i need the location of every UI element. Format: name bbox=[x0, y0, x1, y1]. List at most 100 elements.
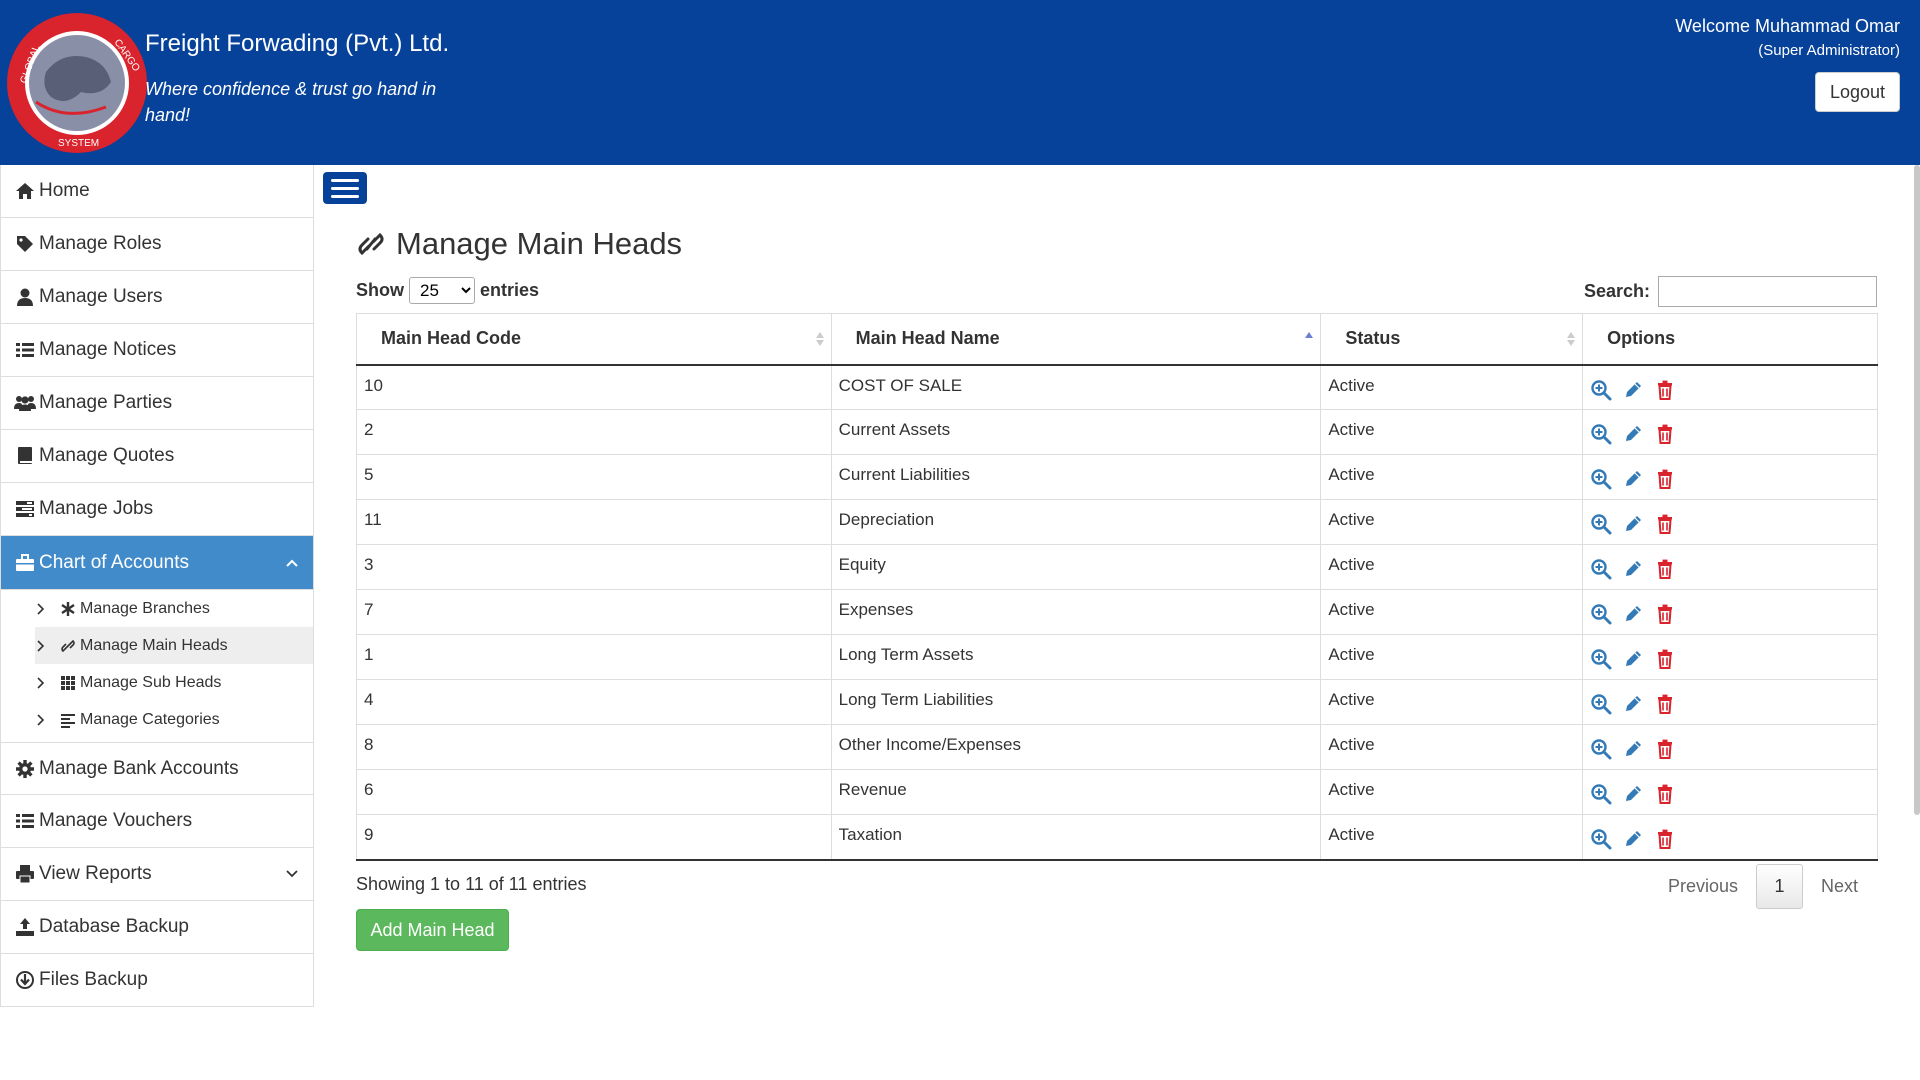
pencil-icon[interactable] bbox=[1622, 603, 1644, 625]
tasks-icon bbox=[14, 498, 36, 520]
cell-status: Active bbox=[1320, 499, 1584, 545]
table-row: 10 COST OF SALE Active bbox=[356, 364, 1878, 410]
submenu-item-sub-heads[interactable]: Manage Sub Heads bbox=[1, 664, 313, 701]
column-header-status[interactable]: Status bbox=[1320, 313, 1584, 366]
column-header-code[interactable]: Main Head Code bbox=[356, 313, 832, 366]
zoom-in-icon[interactable] bbox=[1590, 468, 1612, 490]
logout-button[interactable]: Logout bbox=[1815, 72, 1900, 112]
company-logo: GLOBAL CARGO SYSTEM bbox=[7, 13, 147, 153]
zoom-in-icon[interactable] bbox=[1590, 513, 1612, 535]
chevron-right-icon bbox=[37, 713, 45, 726]
cell-name: Long Term Liabilities bbox=[830, 679, 1322, 725]
pencil-icon[interactable] bbox=[1622, 828, 1644, 850]
row-actions bbox=[1590, 555, 1877, 580]
pencil-icon[interactable] bbox=[1622, 693, 1644, 715]
trash-icon[interactable] bbox=[1654, 783, 1676, 805]
page-scrollbar[interactable] bbox=[1914, 165, 1920, 815]
sidebar-item-label: Manage Bank Accounts bbox=[39, 757, 239, 779]
cell-code: 6 bbox=[356, 769, 832, 815]
sidebar-item-label: Manage Jobs bbox=[39, 498, 154, 519]
submenu-item-categories[interactable]: Manage Categories bbox=[1, 701, 313, 738]
user-icon bbox=[14, 286, 36, 308]
cell-code: 5 bbox=[356, 454, 832, 500]
table-row: 9 Taxation Active bbox=[356, 814, 1878, 861]
trash-icon[interactable] bbox=[1654, 828, 1676, 850]
cell-options bbox=[1582, 544, 1878, 590]
cell-status: Active bbox=[1320, 544, 1584, 590]
page-number-button[interactable]: 1 bbox=[1756, 864, 1804, 909]
asterisk-icon bbox=[59, 600, 77, 618]
show-label: Show bbox=[356, 280, 404, 300]
trash-icon[interactable] bbox=[1654, 603, 1676, 625]
sidebar-item-home[interactable]: Home bbox=[0, 165, 313, 218]
cell-status: Active bbox=[1320, 634, 1584, 680]
sidebar-item-database-backup[interactable]: Database Backup bbox=[0, 901, 313, 954]
pencil-icon[interactable] bbox=[1622, 738, 1644, 760]
chevron-right-icon bbox=[37, 602, 45, 615]
sidebar-item-roles[interactable]: Manage Roles bbox=[0, 218, 313, 271]
submenu-item-main-heads[interactable]: Manage Main Heads bbox=[35, 627, 313, 664]
zoom-in-icon[interactable] bbox=[1590, 738, 1612, 760]
table-row: 8 Other Income/Expenses Active bbox=[356, 724, 1878, 770]
trash-icon[interactable] bbox=[1654, 379, 1676, 401]
pencil-icon[interactable] bbox=[1622, 648, 1644, 670]
trash-icon[interactable] bbox=[1654, 513, 1676, 535]
users-icon bbox=[14, 392, 36, 414]
next-page-button[interactable]: Next bbox=[1803, 866, 1876, 907]
zoom-in-icon[interactable] bbox=[1590, 558, 1612, 580]
pencil-icon[interactable] bbox=[1622, 558, 1644, 580]
sidebar-item-label: Chart of Accounts bbox=[39, 551, 189, 573]
zoom-in-icon[interactable] bbox=[1590, 603, 1612, 625]
trash-icon[interactable] bbox=[1654, 738, 1676, 760]
chart-of-accounts-submenu: Manage Branches Manage Main Heads Manage… bbox=[0, 590, 313, 742]
grid-icon bbox=[59, 674, 77, 692]
pencil-icon[interactable] bbox=[1622, 423, 1644, 445]
sidebar-item-chart-of-accounts[interactable]: Chart of Accounts bbox=[0, 536, 313, 590]
cell-code: 8 bbox=[356, 724, 832, 770]
link-icon bbox=[358, 232, 384, 256]
menu-toggle-button[interactable] bbox=[323, 172, 367, 204]
zoom-in-icon[interactable] bbox=[1590, 423, 1612, 445]
sidebar-item-jobs[interactable]: Manage Jobs bbox=[0, 483, 313, 536]
table-info: Showing 1 to 11 of 11 entries bbox=[356, 874, 587, 894]
pencil-icon[interactable] bbox=[1622, 379, 1644, 401]
row-actions bbox=[1590, 510, 1877, 535]
cell-code: 3 bbox=[356, 544, 832, 590]
search-input[interactable] bbox=[1658, 276, 1878, 307]
sidebar-item-users[interactable]: Manage Users bbox=[0, 271, 313, 324]
zoom-in-icon[interactable] bbox=[1590, 648, 1612, 670]
sidebar-item-bank-accounts[interactable]: Manage Bank Accounts bbox=[0, 742, 313, 795]
chevron-down-icon bbox=[286, 870, 298, 878]
page-size-select[interactable]: 25 bbox=[409, 277, 475, 304]
sidebar-item-label: View Reports bbox=[39, 863, 152, 884]
previous-page-button[interactable]: Previous bbox=[1650, 866, 1756, 907]
zoom-in-icon[interactable] bbox=[1590, 828, 1612, 850]
sidebar-item-view-reports[interactable]: View Reports bbox=[0, 848, 313, 901]
pencil-icon[interactable] bbox=[1622, 513, 1644, 535]
row-actions bbox=[1590, 376, 1877, 401]
submenu-item-branches[interactable]: Manage Branches bbox=[1, 590, 313, 627]
cell-options bbox=[1582, 769, 1878, 815]
pencil-icon[interactable] bbox=[1622, 468, 1644, 490]
zoom-in-icon[interactable] bbox=[1590, 783, 1612, 805]
trash-icon[interactable] bbox=[1654, 648, 1676, 670]
sidebar-item-quotes[interactable]: Manage Quotes bbox=[0, 430, 313, 483]
trash-icon[interactable] bbox=[1654, 693, 1676, 715]
pencil-icon[interactable] bbox=[1622, 783, 1644, 805]
sidebar-item-vouchers[interactable]: Manage Vouchers bbox=[0, 795, 313, 848]
trash-icon[interactable] bbox=[1654, 423, 1676, 445]
add-main-head-button[interactable]: Add Main Head bbox=[356, 909, 509, 951]
trash-icon[interactable] bbox=[1654, 468, 1676, 490]
trash-icon[interactable] bbox=[1654, 558, 1676, 580]
sidebar-item-notices[interactable]: Manage Notices bbox=[0, 324, 313, 377]
align-left-icon bbox=[59, 711, 77, 729]
table-row: 11 Depreciation Active bbox=[356, 499, 1878, 545]
zoom-in-icon[interactable] bbox=[1590, 379, 1612, 401]
search-label: Search: bbox=[1584, 281, 1651, 301]
zoom-in-icon[interactable] bbox=[1590, 693, 1612, 715]
sidebar-item-label: Files Backup bbox=[39, 969, 148, 990]
sidebar-item-parties[interactable]: Manage Parties bbox=[0, 377, 313, 430]
sidebar-item-files-backup[interactable]: Files Backup bbox=[0, 954, 313, 1007]
column-header-name[interactable]: Main Head Name bbox=[830, 313, 1322, 366]
table-row: 5 Current Liabilities Active bbox=[356, 454, 1878, 500]
